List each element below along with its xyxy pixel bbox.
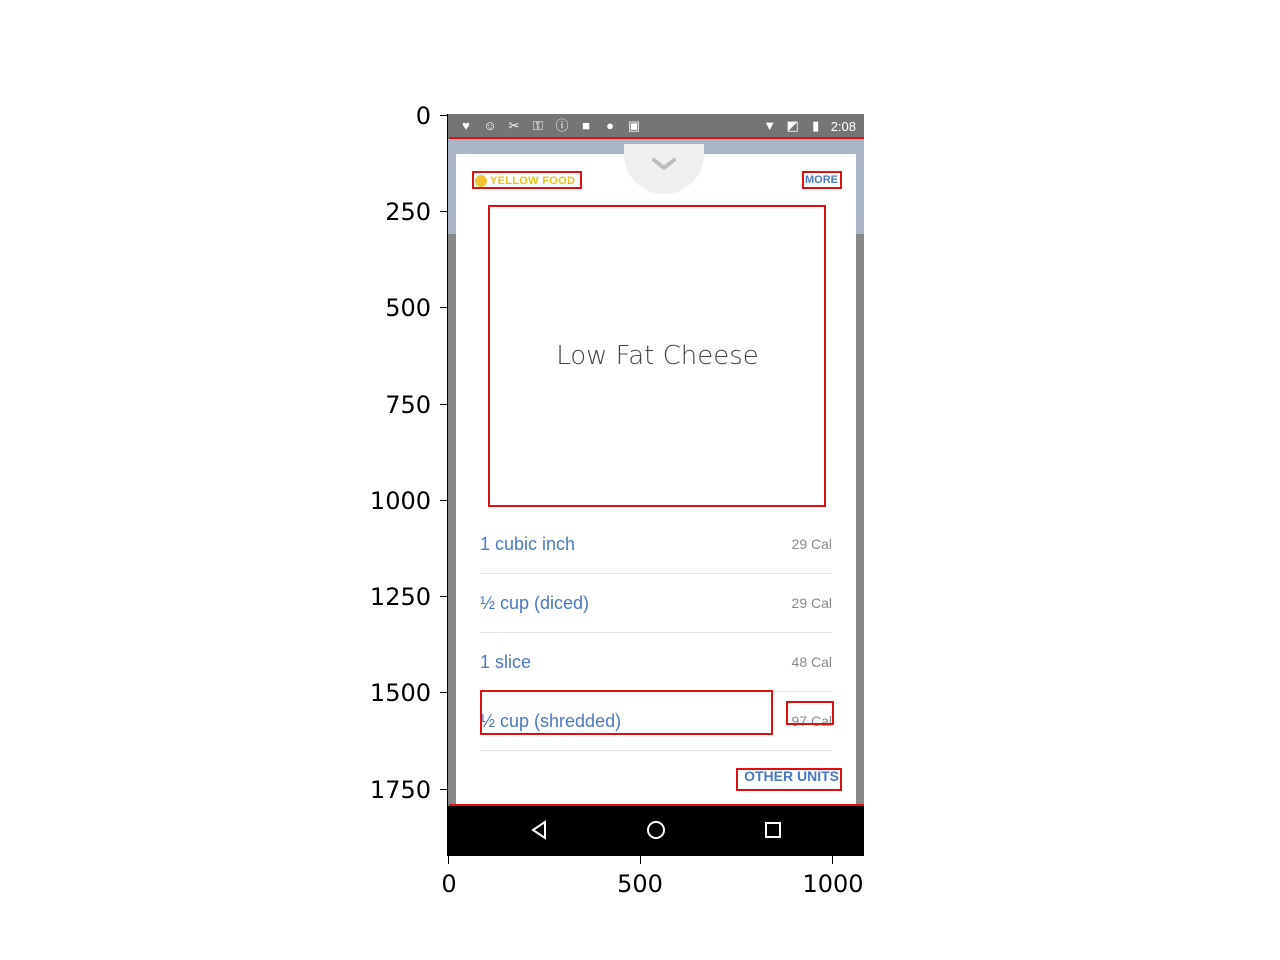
battery-icon: ▮ xyxy=(812,118,820,133)
chevron-down-icon xyxy=(652,158,676,170)
tools-icon: ✂ xyxy=(508,118,520,133)
info-icon: ⓘ xyxy=(555,118,569,133)
unit-calories: 29 Cal xyxy=(791,595,832,611)
other-units-button[interactable]: OTHER UNITS xyxy=(744,768,839,784)
y-tick-label: 1750 xyxy=(369,776,431,804)
lock-icon: ■ xyxy=(582,118,590,133)
food-tag-label: YELLOW FOOD xyxy=(490,175,576,187)
x-tick xyxy=(640,856,641,864)
y-tick xyxy=(440,115,448,116)
phone-screen: ♥ ☺ ✂ ⚿ ⓘ ■ ● ▣ ▼ ◩ ▮ 2:08 YELLOW FOOD M… xyxy=(448,114,864,855)
y-tick-label: 0 xyxy=(415,102,431,130)
drag-handle[interactable] xyxy=(624,144,704,194)
x-tick xyxy=(448,856,449,864)
y-tick xyxy=(440,500,448,501)
no-signal-icon: ◩ xyxy=(786,118,799,133)
x-tick-label: 1000 xyxy=(802,870,864,898)
food-name-area: Low Fat Cheese xyxy=(489,205,826,506)
bag-icon: ▣ xyxy=(627,118,641,133)
y-tick-label: 1250 xyxy=(369,583,431,611)
app-icon: ☺ xyxy=(483,118,497,133)
back-icon[interactable] xyxy=(527,818,551,842)
wifi-icon: ▼ xyxy=(763,118,777,133)
status-icons-left: ♥ ☺ ✂ ⚿ ⓘ ■ ● ▣ xyxy=(458,118,642,134)
unit-row[interactable]: ½ cup (diced) 29 Cal xyxy=(480,574,832,633)
food-color-tag: YELLOW FOOD xyxy=(475,173,575,189)
y-tick xyxy=(440,211,448,212)
cat-icon: ● xyxy=(606,118,614,133)
y-tick-label: 250 xyxy=(385,198,431,226)
yellow-dot-icon xyxy=(475,175,487,187)
y-tick-label: 750 xyxy=(385,391,431,419)
y-tick xyxy=(440,404,448,405)
unit-label: ½ cup (shredded) xyxy=(480,710,622,731)
status-icons-right: ▼ ◩ ▮ 2:08 xyxy=(762,118,856,134)
heart-icon: ♥ xyxy=(462,118,470,133)
food-detail-card: YELLOW FOOD MORE Low Fat Cheese 1 cubic … xyxy=(456,144,856,805)
y-tick-label: 500 xyxy=(385,294,431,322)
unit-calories: 97 Cal xyxy=(791,713,832,729)
y-tick xyxy=(440,307,448,308)
unit-row[interactable]: 1 slice 48 Cal xyxy=(480,633,832,692)
y-tick-label: 1000 xyxy=(369,487,431,515)
recents-icon[interactable] xyxy=(761,818,785,842)
x-tick-label: 0 xyxy=(441,870,457,898)
x-tick-label: 500 xyxy=(617,870,663,898)
status-time: 2:08 xyxy=(830,118,856,134)
unit-label: ½ cup (diced) xyxy=(480,592,590,613)
unit-calories: 48 Cal xyxy=(791,654,832,670)
y-tick xyxy=(440,596,448,597)
food-name: Low Fat Cheese xyxy=(556,340,759,371)
status-bar: ♥ ☺ ✂ ⚿ ⓘ ■ ● ▣ ▼ ◩ ▮ 2:08 xyxy=(448,114,864,139)
unit-label: 1 slice xyxy=(480,651,532,672)
key-icon: ⚿ xyxy=(533,118,543,133)
screenshot-plot: 0 250 500 750 1000 1250 1500 1750 0 500 … xyxy=(0,0,1280,960)
unit-label: 1 cubic inch xyxy=(480,533,576,554)
navigation-bar xyxy=(448,806,864,855)
home-icon[interactable] xyxy=(644,818,668,842)
y-tick xyxy=(440,789,448,790)
unit-row[interactable]: 1 cubic inch 29 Cal xyxy=(480,515,832,574)
y-tick-label: 1500 xyxy=(369,679,431,707)
x-tick xyxy=(832,856,833,864)
units-list: 1 cubic inch 29 Cal ½ cup (diced) 29 Cal… xyxy=(480,515,832,751)
unit-row[interactable]: ½ cup (shredded) 97 Cal xyxy=(480,692,832,751)
y-tick xyxy=(440,692,448,693)
x-axis-line xyxy=(447,855,864,856)
more-button[interactable]: MORE xyxy=(803,173,840,187)
unit-calories: 29 Cal xyxy=(791,536,832,552)
